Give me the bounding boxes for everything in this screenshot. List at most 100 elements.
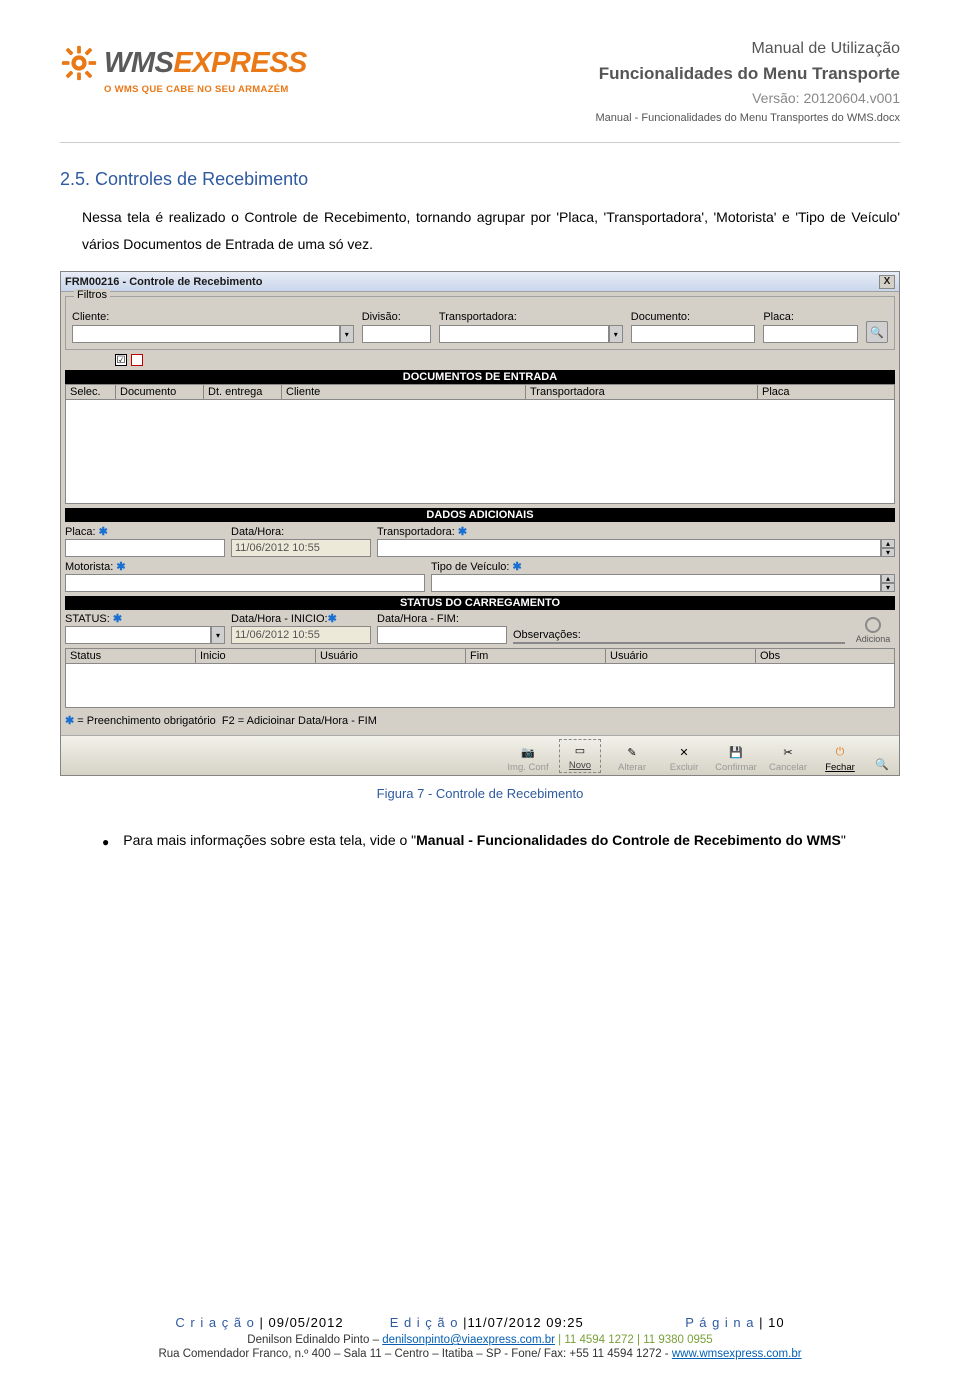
power-icon: ⏻ (831, 743, 849, 761)
page-footer: C r i a ç ã o | 09/05/2012 E d i ç ã o |… (0, 1315, 960, 1360)
novo-button[interactable]: ▭ Novo (559, 739, 601, 773)
cliente-dropdown-icon[interactable]: ▾ (340, 325, 354, 343)
label-documento: Documento: (631, 311, 756, 323)
footer-url: www.wmsexpress.com.br (672, 1348, 802, 1360)
cancelar-button[interactable]: ✂ Cancelar (767, 743, 809, 773)
grid-entrada-body[interactable] (65, 400, 895, 504)
col-cliente: Cliente (282, 385, 526, 399)
bullet-note: ● Para mais informações sobre esta tela,… (102, 827, 900, 854)
window-title: FRM00216 - Controle de Recebimento (65, 276, 262, 288)
gear-icon (60, 44, 98, 82)
label-st-ini: Data/Hora - INICIO:✱ (231, 612, 371, 625)
label-ad-datahora: Data/Hora: (231, 526, 371, 538)
bullet-bold: Manual - Funcionalidades do Controle de … (416, 832, 841, 848)
footer-mail: denilsonpinto@viaexpress.com.br (382, 1334, 555, 1346)
select-all-group: ☑ (115, 354, 895, 366)
add-icon (865, 617, 881, 633)
filters-legend: Filtros (74, 289, 110, 301)
ad-transportadora-input[interactable] (377, 539, 881, 557)
footer-edicao-key: E d i ç ã o (390, 1315, 459, 1330)
col-fim: Fim (466, 649, 606, 663)
bar-dados-adicionais: DADOS ADICIONAIS (65, 508, 895, 522)
app-window: FRM00216 - Controle de Recebimento X Fil… (60, 271, 900, 776)
label-st-fim: Data/Hora - FIM: (377, 613, 507, 625)
ad-motorista-input[interactable] (65, 574, 425, 592)
tagline: O WMS QUE CABE NO SEU ARMAZÉM (104, 84, 340, 95)
label-divisao: Divisão: (362, 311, 431, 323)
ad-transportadora-spin[interactable]: ▴▾ (881, 539, 895, 557)
label-cliente: Cliente: (72, 311, 354, 323)
footer-address: Rua Comendador Franco, n.º 400 – Sala 11… (158, 1348, 671, 1360)
zoom-icon: 🔍 (873, 755, 891, 773)
col-transportadora: Transportadora (526, 385, 758, 399)
footer-edicao-val: |11/07/2012 09:25 (459, 1315, 584, 1330)
search-icon: 🔍 (870, 326, 884, 339)
bullet-pre: Para mais informações sobre esta tela, v… (123, 832, 416, 848)
grid-status-body[interactable] (65, 664, 895, 708)
new-doc-icon: ▭ (571, 741, 589, 759)
ad-tipo-spin[interactable]: ▴▾ (881, 574, 895, 592)
footer-author: Denilson Edinaldo Pinto – (247, 1334, 382, 1346)
section-paragraph: Nessa tela é realizado o Controle de Rec… (82, 204, 900, 257)
header-file: Manual - Funcionalidades do Menu Transpo… (596, 112, 901, 124)
label-placa: Placa: (763, 311, 858, 323)
logo-block: WMSEXPRESS O WMS QUE CABE NO SEU ARMAZÉM (60, 40, 340, 95)
cliente-input[interactable] (72, 325, 340, 343)
confirmar-button[interactable]: 💾 Confirmar (715, 743, 757, 773)
alterar-button[interactable]: ✎ Alterar (611, 743, 653, 773)
grid-status-header: Status Inicio Usuário Fim Usuário Obs (65, 648, 895, 664)
st-fim-input[interactable] (377, 626, 507, 644)
divisao-input[interactable] (362, 325, 431, 343)
col-usuario2: Usuário (606, 649, 756, 663)
col-selec: Selec. (66, 385, 116, 399)
col-usuario1: Usuário (316, 649, 466, 663)
label-ad-placa: Placa: ✱ (65, 525, 225, 538)
header-line1: Manual de Utilização (596, 40, 901, 58)
zoom-button[interactable]: 🔍 (871, 755, 893, 773)
footer-phones: | 11 4594 1272 | 11 9380 0955 (555, 1334, 713, 1346)
col-documento: Documento (116, 385, 204, 399)
transportadora-dropdown-icon[interactable]: ▾ (609, 325, 623, 343)
header-line2: Funcionalidades do Menu Transporte (596, 64, 901, 84)
add-status-button[interactable]: Adiciona (851, 617, 895, 644)
label-ad-motorista: Motorista: ✱ (65, 560, 425, 573)
divider (60, 142, 900, 143)
deselect-all-checkbox[interactable] (131, 354, 143, 366)
documento-input[interactable] (631, 325, 756, 343)
fechar-button[interactable]: ⏻ Fechar (819, 743, 861, 773)
section-title: 2.5. Controles de Recebimento (60, 169, 900, 190)
st-ini-value: 11/06/2012 10:55 (231, 626, 371, 644)
ad-placa-input[interactable] (65, 539, 225, 557)
window-toolbar: 📷 Img. Conf ▭ Novo ✎ Alterar ✕ Excluir 💾… (61, 735, 899, 775)
ad-tipo-input[interactable] (431, 574, 881, 592)
doc-header: WMSEXPRESS O WMS QUE CABE NO SEU ARMAZÉM… (60, 40, 900, 124)
excluir-button[interactable]: ✕ Excluir (663, 743, 705, 773)
transportadora-input[interactable] (439, 325, 609, 343)
st-obs-textarea[interactable] (513, 642, 845, 644)
label-transportadora: Transportadora: (439, 311, 623, 323)
bullet-post: " (841, 832, 846, 848)
filters-fieldset: Filtros Cliente: ▾ Divisão: Transportado… (65, 296, 895, 350)
cancel-icon: ✂ (779, 743, 797, 761)
required-footnote: ✱✱ = Preenchimento obrigatório F2 = Adic… (65, 714, 895, 727)
close-button[interactable]: X (879, 275, 895, 289)
placa-input[interactable] (763, 325, 858, 343)
imgconf-button[interactable]: 📷 Img. Conf (507, 743, 549, 773)
grid-entrada-header: Selec. Documento Dt. entrega Cliente Tra… (65, 384, 895, 400)
label-ad-tipo: Tipo de Veículo: ✱ (431, 560, 895, 573)
brand-text: WMSEXPRESS (104, 47, 307, 80)
st-status-dropdown-icon[interactable]: ▾ (211, 626, 225, 644)
bar-status-carregamento: STATUS DO CARREGAMENTO (65, 596, 895, 610)
st-status-input[interactable] (65, 626, 211, 644)
bar-documentos-entrada: DOCUMENTOS DE ENTRADA (65, 370, 895, 384)
label-ad-transportadora: Transportadora: ✱ (377, 525, 895, 538)
col-obs: Obs (756, 649, 894, 663)
search-button[interactable]: 🔍 (866, 321, 888, 343)
bullet-icon: ● (102, 831, 109, 854)
label-st-status: STATUS: ✱ (65, 612, 225, 625)
figure-caption: Figura 7 - Controle de Recebimento (60, 786, 900, 801)
footer-pagina-key: P á g i n a (685, 1315, 754, 1330)
footer-criacao-key: C r i a ç ã o (175, 1315, 254, 1330)
select-all-checkbox[interactable]: ☑ (115, 354, 127, 366)
label-st-obs: Observações: (513, 629, 845, 641)
